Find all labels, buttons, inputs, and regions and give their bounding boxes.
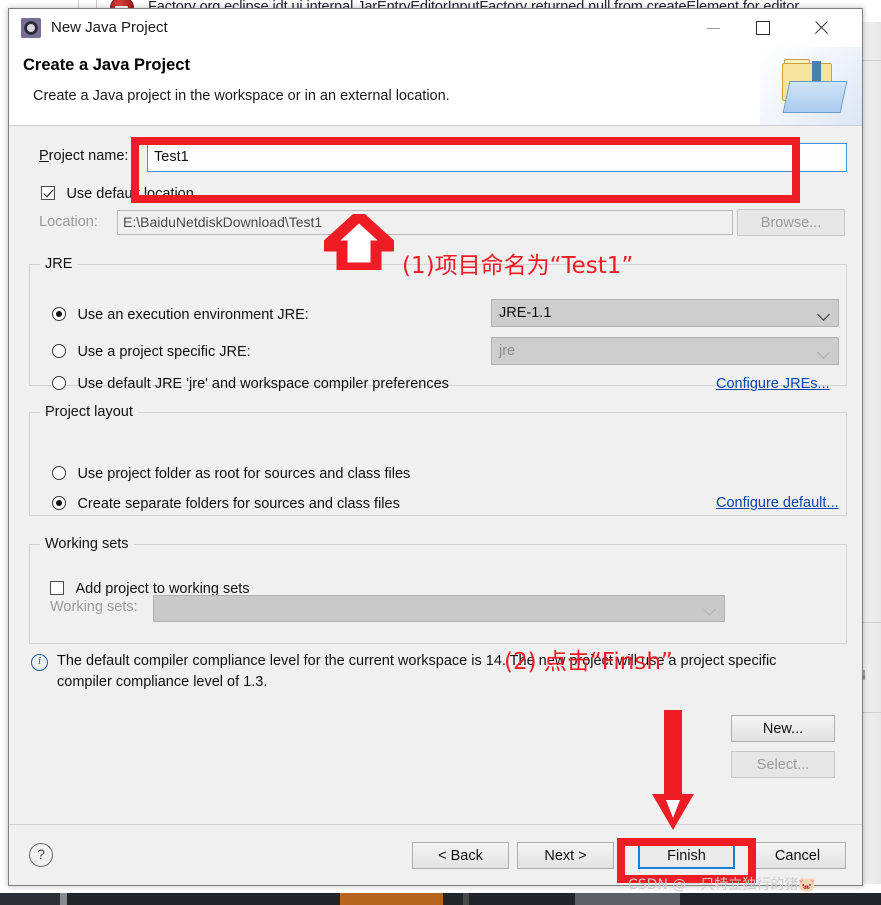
layout-separate-option[interactable]: Create separate folders for sources and … xyxy=(52,495,400,513)
layout-separate-radio[interactable] xyxy=(52,496,66,510)
jre-project-specific-option[interactable]: Use a project specific JRE: xyxy=(52,343,251,361)
cancel-button[interactable]: Cancel xyxy=(749,842,846,869)
dialog-title: New Java Project xyxy=(51,19,168,36)
configure-jres-link[interactable]: Configure JREs... xyxy=(716,376,830,392)
location-input[interactable]: E:\BaiduNetdiskDownload\Test1 xyxy=(117,210,733,235)
dialog-body: Project name: Test1 Use default location… xyxy=(9,126,862,826)
jre-group-label: JRE xyxy=(40,256,78,272)
eclipse-gear-icon xyxy=(21,18,41,38)
screenshot-root: Factory org.eclipse.jdt.ui.internal.JarE… xyxy=(0,0,881,905)
jre-project-specific-value: jre xyxy=(499,343,516,359)
page-subtitle: Create a Java project in the workspace o… xyxy=(33,88,450,104)
jre-default-radio[interactable] xyxy=(52,376,66,390)
close-button[interactable] xyxy=(798,9,844,47)
jre-project-specific-label: Use a project specific JRE: xyxy=(77,344,251,360)
jre-exec-env-radio[interactable] xyxy=(52,307,66,321)
finish-button[interactable]: Finish xyxy=(638,842,735,869)
next-button[interactable]: Next > xyxy=(517,842,614,869)
jre-exec-env-label: Use an execution environment JRE: xyxy=(77,307,309,323)
jre-exec-env-option[interactable]: Use an execution environment JRE: xyxy=(52,306,309,324)
jre-exec-env-combo[interactable]: JRE-1.1 xyxy=(491,299,839,327)
project-name-input[interactable]: Test1 xyxy=(147,143,847,172)
working-sets-label: Working sets: xyxy=(50,599,138,615)
chevron-down-icon xyxy=(817,346,830,359)
use-default-location-label: Use default location xyxy=(66,186,194,202)
info-message-text: The default compiler compliance level fo… xyxy=(57,653,777,691)
minimize-button[interactable] xyxy=(690,9,736,47)
configure-default-link[interactable]: Configure default... xyxy=(716,495,839,511)
project-layout-group-label: Project layout xyxy=(40,404,138,420)
layout-separate-label: Create separate folders for sources and … xyxy=(77,496,400,512)
jre-project-specific-radio[interactable] xyxy=(52,344,66,358)
help-button[interactable]: ? xyxy=(29,843,53,867)
project-name-label: Project name: xyxy=(39,148,129,164)
page-title: Create a Java Project xyxy=(23,56,190,74)
layout-root-option[interactable]: Use project folder as root for sources a… xyxy=(52,465,410,483)
chevron-down-icon xyxy=(817,308,830,321)
select-working-set-button[interactable]: Select... xyxy=(731,751,835,778)
working-sets-group-label: Working sets xyxy=(40,536,134,552)
working-sets-combo[interactable] xyxy=(153,595,725,622)
back-button[interactable]: < Back xyxy=(412,842,509,869)
info-icon: i xyxy=(31,654,48,671)
csdn-watermark: CSDN @一只特立独行的猪🐷 xyxy=(628,877,816,893)
java-project-folder-icon xyxy=(780,59,848,113)
jre-default-label: Use default JRE 'jre' and workspace comp… xyxy=(77,376,449,392)
chevron-down-icon xyxy=(703,603,716,616)
use-default-location-row[interactable]: Use default location xyxy=(41,185,194,203)
browse-button[interactable]: Browse... xyxy=(737,209,845,236)
dialog-header: Create a Java Project Create a Java proj… xyxy=(9,47,862,126)
jre-default-option[interactable]: Use default JRE 'jre' and workspace comp… xyxy=(52,375,449,393)
new-java-project-dialog: New Java Project Create a Java Project C… xyxy=(8,8,863,886)
dialog-titlebar: New Java Project xyxy=(9,9,862,47)
header-banner xyxy=(760,47,862,125)
location-label: Location: xyxy=(39,214,98,230)
jre-project-specific-combo[interactable]: jre xyxy=(491,337,839,365)
maximize-button[interactable] xyxy=(740,9,786,47)
use-default-location-checkbox[interactable] xyxy=(41,186,55,200)
add-project-to-working-sets-checkbox[interactable] xyxy=(50,581,64,595)
project-name-label-text: roject name: xyxy=(48,148,129,164)
layout-root-label: Use project folder as root for sources a… xyxy=(77,466,411,482)
layout-root-radio[interactable] xyxy=(52,466,66,480)
jre-exec-env-value: JRE-1.1 xyxy=(499,305,552,321)
os-taskbar xyxy=(0,893,881,905)
new-working-set-button[interactable]: New... xyxy=(731,715,835,742)
